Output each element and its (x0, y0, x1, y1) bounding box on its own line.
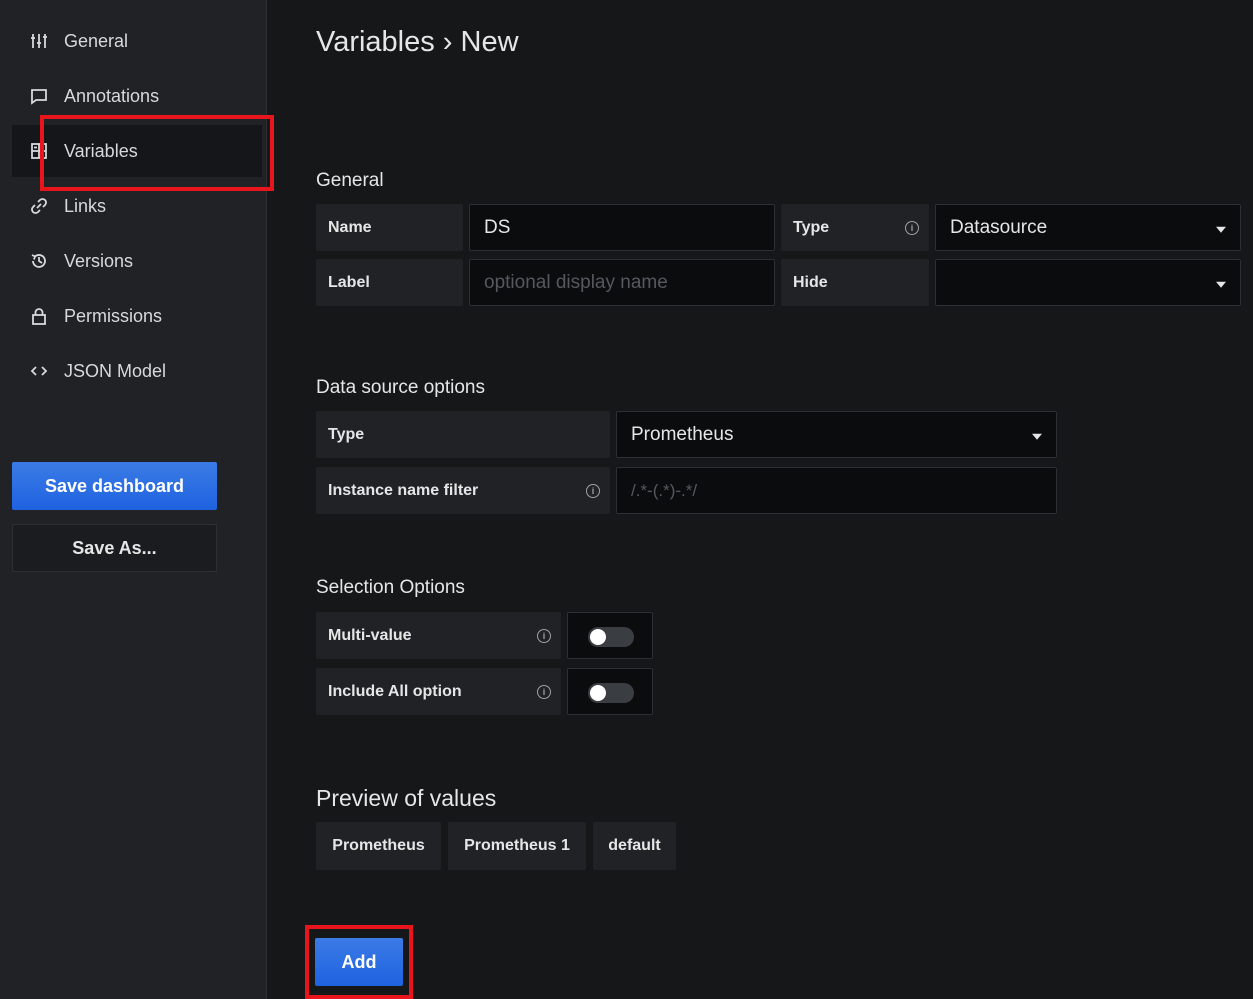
preview-value-chip: default (593, 822, 676, 870)
include-all-label-text: Include All option (328, 682, 462, 700)
link-icon (28, 195, 50, 217)
ds-type-select-value: Prometheus (631, 423, 734, 445)
multi-value-toggle[interactable] (567, 612, 653, 659)
type-label-text: Type (793, 218, 830, 236)
hide-label: Hide (781, 259, 929, 306)
multi-value-label: Multi-value i (316, 612, 561, 659)
sidebar-item-label: Links (64, 195, 107, 216)
info-icon[interactable]: i (537, 684, 551, 699)
section-preview-heading: Preview of values (316, 785, 497, 811)
caret-down-icon (1032, 433, 1042, 440)
preview-value-chip: Prometheus 1 (448, 822, 586, 870)
name-label-text: Name (328, 218, 372, 236)
include-all-label: Include All option i (316, 668, 561, 715)
sidebar-item-label: Annotations (64, 85, 160, 106)
sidebar-item-label: JSON Model (64, 360, 167, 381)
sidebar-item-general[interactable]: General (12, 15, 262, 67)
info-icon[interactable]: i (537, 628, 551, 643)
save-dashboard-button[interactable]: Save dashboard (12, 462, 217, 510)
highlight-variables (40, 115, 274, 191)
sidebar-item-label: General (64, 30, 129, 51)
ds-type-label-text: Type (328, 425, 365, 443)
preview-value-chip: Prometheus (316, 822, 441, 870)
highlight-add (305, 925, 413, 999)
page-title: Variables › New (316, 26, 519, 58)
toggle-knob (590, 629, 606, 645)
name-label: Name (316, 204, 463, 251)
section-selection-heading: Selection Options (316, 577, 465, 598)
sidebar-item-permissions[interactable]: Permissions (12, 290, 262, 342)
section-general-heading: General (316, 170, 384, 191)
sidebar-item-label: Permissions (64, 305, 163, 326)
label-input[interactable]: optional display name (469, 259, 775, 306)
hide-select[interactable] (935, 259, 1241, 306)
name-input[interactable]: DS (469, 204, 775, 251)
instance-filter-label: Instance name filter i (316, 467, 610, 514)
multi-value-label-text: Multi-value (328, 626, 412, 644)
instance-filter-label-text: Instance name filter (328, 481, 479, 499)
caret-down-icon (1216, 226, 1226, 233)
save-as-button[interactable]: Save As... (12, 524, 217, 572)
type-select-value: Datasource (950, 216, 1048, 238)
lock-icon (28, 305, 50, 327)
include-all-toggle[interactable] (567, 668, 653, 715)
section-datasource-heading: Data source options (316, 377, 485, 398)
comment-icon (28, 85, 50, 107)
sliders-icon (28, 30, 50, 52)
sidebar-item-json-model[interactable]: JSON Model (12, 345, 262, 397)
type-select[interactable]: Datasource (935, 204, 1241, 251)
label-label-text: Label (328, 273, 370, 291)
name-input-value: DS (484, 216, 511, 238)
toggle-knob (590, 685, 606, 701)
type-label: Type i (781, 204, 929, 251)
toggle-track (588, 627, 634, 647)
info-icon[interactable]: i (905, 220, 919, 235)
instance-filter-placeholder: /.*-(.*)-.*/ (631, 480, 698, 500)
caret-down-icon (1216, 281, 1226, 288)
ds-type-label: Type (316, 411, 610, 458)
hide-label-text: Hide (793, 273, 828, 291)
history-icon (28, 250, 50, 272)
label-input-placeholder: optional display name (484, 271, 668, 293)
code-icon (28, 360, 50, 382)
label-label: Label (316, 259, 463, 306)
toggle-track (588, 683, 634, 703)
sidebar-item-versions[interactable]: Versions (12, 235, 262, 287)
sidebar-item-label: Versions (64, 250, 134, 271)
info-icon[interactable]: i (586, 483, 600, 498)
ds-type-select[interactable]: Prometheus (616, 411, 1057, 458)
instance-filter-input[interactable]: /.*-(.*)-.*/ (616, 467, 1057, 514)
